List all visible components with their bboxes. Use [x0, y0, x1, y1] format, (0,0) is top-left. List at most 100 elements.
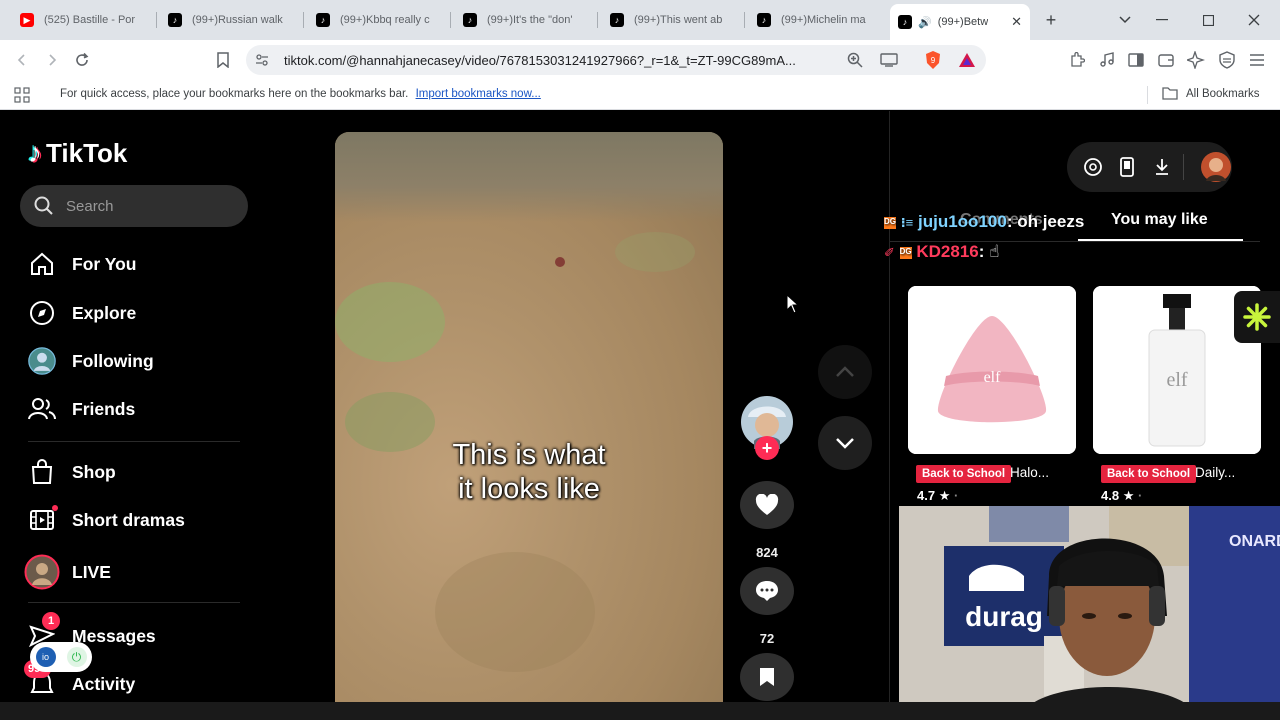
rating-dot: ·	[1137, 488, 1143, 503]
next-video-button[interactable]	[818, 416, 872, 470]
browser-tab-2[interactable]: ♪ (99+)Kbbq really c	[308, 6, 448, 34]
tiktok-icon: ♪	[610, 13, 624, 27]
back-icon[interactable]	[10, 48, 34, 72]
tab-title: (99+)Betw	[937, 16, 989, 28]
chevron-up-icon	[836, 366, 854, 377]
site-settings-icon[interactable]	[250, 48, 274, 72]
sidebar-item-explore[interactable]: Explore	[28, 299, 136, 327]
film-icon	[28, 505, 58, 534]
video-player[interactable]: This is what it looks like	[335, 132, 723, 720]
download-icon[interactable]	[1153, 156, 1171, 178]
browser-tab-strip: ▶ (525) Bastille - Por ♪ (99+)Russian wa…	[0, 0, 1280, 40]
vpn-shield-icon[interactable]	[1215, 48, 1239, 72]
like-group: 824	[740, 481, 794, 560]
search-input[interactable]	[66, 197, 226, 215]
powder-puff-image: elf	[908, 286, 1076, 454]
media-icon[interactable]	[1095, 48, 1119, 72]
sidebar-item-short-dramas[interactable]: Short dramas	[28, 505, 185, 534]
minimize-icon[interactable]	[1139, 0, 1185, 40]
all-bookmarks-label: All Bookmarks	[1186, 87, 1260, 100]
browser-tab-3[interactable]: ♪ (99+)It's the "don'	[455, 6, 595, 34]
sidebar-toggle-icon[interactable]	[1124, 48, 1148, 72]
stream-chat-line: ✐ DG KD2816: ☝	[884, 242, 1000, 262]
svg-text:elf: elf	[984, 369, 1002, 386]
svg-text:durag: durag	[965, 601, 1043, 632]
browser-tab-1[interactable]: ♪ (99+)Russian walk	[160, 6, 300, 34]
top-action-pill	[1067, 142, 1232, 192]
stream-chat-line: DG ⁝≡ juju1oo100: oh jeezs	[884, 212, 1084, 232]
tiktok-icon: ♪	[898, 15, 912, 29]
url-text[interactable]: tiktok.com/@hannahjanecasey/video/767815…	[284, 53, 830, 68]
comment-group: 72	[740, 567, 794, 646]
coin-icon[interactable]	[1082, 156, 1104, 178]
power-icon[interactable]: ⏻	[66, 647, 87, 667]
floating-widget[interactable]	[1234, 291, 1280, 343]
extensions-icon[interactable]	[1065, 48, 1089, 72]
sidebar-item-label: Explore	[72, 302, 137, 323]
sidebar-item-activity[interactable]: 99+ Activity	[24, 660, 135, 698]
friends-icon	[28, 395, 56, 423]
tiktok-icon: ♪	[168, 13, 182, 27]
tab-you-may-like[interactable]: You may like	[1111, 211, 1208, 229]
bottom-edge	[0, 702, 1280, 720]
logo-text: TikTok	[46, 137, 128, 168]
sidebar-item-label: Short dramas	[72, 509, 185, 530]
browser-tab-0[interactable]: ▶ (525) Bastille - Por	[12, 6, 152, 34]
cast-icon[interactable]	[877, 48, 901, 72]
floating-extension-pill[interactable]: io ⏻	[30, 642, 92, 672]
wallet-icon[interactable]	[1154, 48, 1178, 72]
chat-badge-icon: ⁝≡	[900, 215, 914, 230]
reload-icon[interactable]	[70, 48, 94, 72]
profile-avatar[interactable]	[1200, 151, 1232, 183]
product-rating: 4.7 ★ ·	[917, 488, 958, 504]
caption-line: it looks like	[458, 473, 600, 505]
product-title[interactable]: Daily...	[1195, 465, 1235, 480]
import-bookmarks-link[interactable]: Import bookmarks now...	[416, 88, 541, 100]
close-window-icon[interactable]	[1231, 0, 1277, 40]
browser-tab-4[interactable]: ♪ (99+)This went ab	[602, 6, 742, 34]
rating-dot: ·	[953, 488, 959, 503]
home-icon	[28, 250, 56, 278]
search-box[interactable]	[20, 185, 248, 227]
brave-shield-icon[interactable]: 9	[921, 48, 945, 72]
bookmark-page-icon[interactable]	[211, 48, 235, 72]
leo-ai-icon[interactable]	[1184, 48, 1208, 72]
browser-tab-5[interactable]: ♪ (99+)Michelin ma	[749, 6, 889, 34]
all-bookmarks-button[interactable]: All Bookmarks	[1162, 87, 1260, 100]
sidebar-item-for-you[interactable]: For You	[28, 250, 137, 278]
video-water-area	[335, 132, 723, 222]
sidebar-item-shop[interactable]: Shop	[28, 458, 116, 486]
close-tab-icon[interactable]: ✕	[1011, 14, 1022, 30]
save-button[interactable]	[740, 653, 794, 701]
tiktok-icon: ♪	[757, 13, 771, 27]
zoom-icon[interactable]	[843, 48, 867, 72]
forward-icon[interactable]	[40, 48, 64, 72]
star-icon: ★	[1122, 488, 1135, 503]
comment-button[interactable]	[740, 567, 794, 615]
follow-plus-button[interactable]: +	[755, 436, 779, 460]
brave-rewards-icon[interactable]	[955, 48, 979, 72]
bookmarks-bar: For quick access, place your bookmarks h…	[0, 80, 1280, 110]
tab-title: (525) Bastille - Por	[44, 14, 136, 26]
sidebar-item-friends[interactable]: Friends	[28, 395, 135, 423]
new-tab-button[interactable]: +	[1028, 0, 1074, 40]
sidebar-item-label: Shop	[72, 461, 116, 482]
bookmarks-message: For quick access, place your bookmarks h…	[60, 88, 409, 100]
previous-video-button[interactable]	[818, 345, 872, 399]
sidebar-item-following[interactable]: Following	[28, 347, 154, 375]
product-rating: 4.8 ★ ·	[1101, 488, 1142, 504]
product-card-halo[interactable]: elf	[908, 286, 1076, 454]
browser-tab-6-active[interactable]: ♪ 🔊 (99+)Betw ✕	[890, 4, 1030, 40]
device-icon[interactable]	[1119, 156, 1135, 178]
sidebar-divider	[28, 441, 240, 442]
sidebar-item-live[interactable]: LIVE	[24, 554, 111, 590]
tiktok-logo[interactable]: ♪ TikTok	[28, 137, 127, 169]
menu-icon[interactable]	[1245, 48, 1269, 72]
bookmarks-hint: For quick access, place your bookmarks h…	[60, 88, 541, 100]
apps-grid-icon[interactable]	[14, 87, 30, 103]
product-title[interactable]: Halo...	[1010, 465, 1049, 480]
live-avatar-icon	[24, 554, 60, 590]
sidebar-item-label: Friends	[72, 398, 136, 419]
like-button[interactable]	[740, 481, 794, 529]
maximize-icon[interactable]	[1185, 0, 1231, 40]
